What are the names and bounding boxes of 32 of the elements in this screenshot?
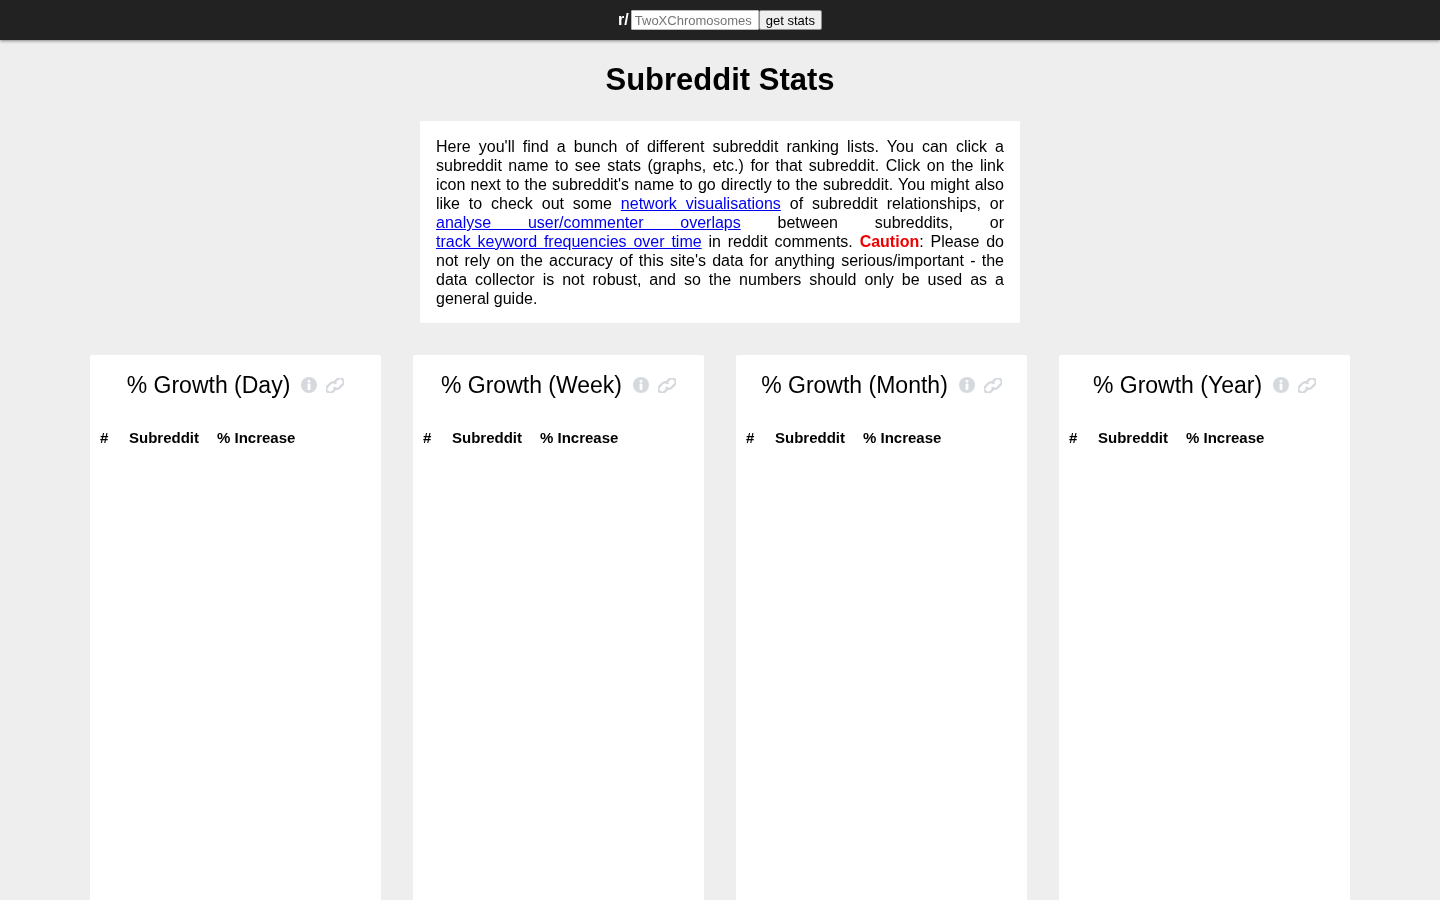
- text-link[interactable]: network visualisations: [620, 195, 781, 212]
- text-link[interactable]: track keyword frequencies over time: [436, 233, 702, 250]
- text-link[interactable]: analyse user/commenter overlaps: [436, 214, 741, 231]
- info-icon[interactable]: [1273, 377, 1290, 393]
- link-icon[interactable]: [326, 377, 345, 393]
- link-icon[interactable]: [983, 377, 1002, 393]
- info-icon[interactable]: [301, 377, 318, 393]
- link-icon[interactable]: [658, 377, 677, 393]
- panel-title: % Growth (Day): [126, 371, 291, 400]
- get-stats-button[interactable]: get stats: [758, 10, 822, 30]
- intro-paragraph: Here you'll find a bunch of different subreddit ranking lists. You can click a subreddit name to see stats (graphs, etc.) for that subreddit. Click on the link icon next to the subreddit's name to go directly to the subreddit. You might also like to check out some network visualisations of subreddit relationships, or analyse user/commenter overlaps between subreddits, or track keyword frequencies over time in reddit comments. Caution: Please do not rely on the accuracy of this site's data for anything serious/important - the data collector is not robust, and so the numbers should only be used as a general guide.: [436, 137, 1004, 308]
- column-header: % Increase: [1186, 428, 1265, 448]
- column-header: #: [746, 428, 756, 448]
- column-header: #: [100, 428, 110, 448]
- column-header: % Increase: [863, 428, 942, 448]
- column-header: #: [423, 428, 433, 448]
- panel-title: % Growth (Year): [1092, 371, 1263, 400]
- panel-title: % Growth (Month): [761, 371, 948, 400]
- column-header: % Increase: [540, 428, 619, 448]
- column-header: % Increase: [217, 428, 296, 448]
- subreddit-input[interactable]: TwoXChromosomes: [630, 10, 759, 30]
- info-icon[interactable]: [958, 377, 975, 393]
- subreddit-prefix: r/: [618, 11, 629, 29]
- column-header: Subreddit: [1098, 428, 1168, 448]
- link-icon[interactable]: [1298, 377, 1317, 393]
- page-title: Subreddit Stats: [605, 62, 835, 98]
- column-header: Subreddit: [775, 428, 845, 448]
- column-header: #: [1069, 428, 1079, 448]
- column-header: Subreddit: [129, 428, 199, 448]
- panel-title: % Growth (Week): [440, 371, 623, 400]
- column-header: Subreddit: [452, 428, 522, 448]
- info-icon[interactable]: [633, 377, 650, 393]
